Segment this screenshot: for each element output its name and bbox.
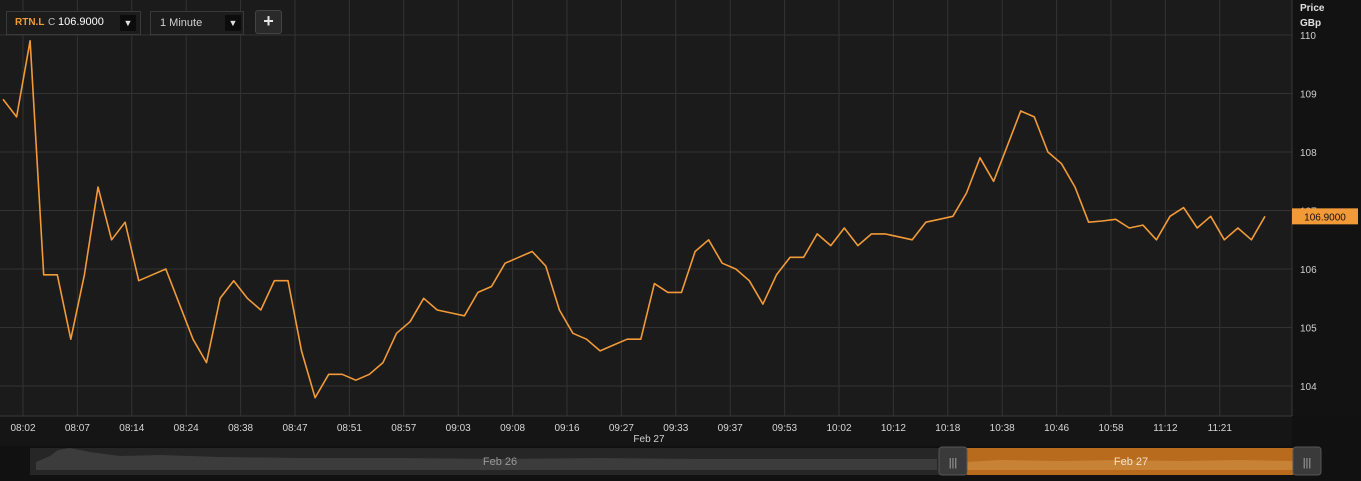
x-tick-label: 10:02 xyxy=(826,423,851,434)
x-tick-label: 09:53 xyxy=(772,423,797,434)
x-tick-label: 08:02 xyxy=(10,423,35,434)
x-tick-label: 08:57 xyxy=(391,423,416,434)
x-tick-label: 11:21 xyxy=(1208,423,1233,434)
chevron-down-icon[interactable]: ▼ xyxy=(120,15,136,31)
x-tick-label: 08:14 xyxy=(119,423,144,434)
add-series-button[interactable]: + xyxy=(255,10,282,34)
price-type-label: C xyxy=(48,17,56,28)
symbol-selector[interactable]: RTN.L C 106.9000 ▼ xyxy=(6,11,141,35)
current-price-label: 106.9000 xyxy=(1304,212,1346,223)
ticker-symbol: RTN.L xyxy=(15,17,45,28)
chevron-down-icon[interactable]: ▼ xyxy=(225,15,241,31)
current-price-marker: 106.9000 xyxy=(1292,208,1358,225)
x-tick-label: 10:46 xyxy=(1044,423,1069,434)
x-tick-label: 10:18 xyxy=(935,423,960,434)
y-tick-label: 105 xyxy=(1300,324,1317,335)
x-tick-label: 08:51 xyxy=(337,423,362,434)
x-tick-label: 08:38 xyxy=(228,423,253,434)
x-tick-label: 08:07 xyxy=(65,423,90,434)
x-tick-label: 09:33 xyxy=(663,423,688,434)
x-tick-label: 10:38 xyxy=(990,423,1015,434)
chart-widget: 10410510610710810911008:0208:0708:1408:2… xyxy=(0,0,1361,481)
x-tick-label: 09:08 xyxy=(500,423,525,434)
interval-value: 1 Minute xyxy=(160,17,203,29)
x-tick-label: 08:47 xyxy=(282,423,307,434)
y-tick-label: 108 xyxy=(1300,148,1317,159)
interval-selector[interactable]: 1 Minute ▼ xyxy=(150,11,244,35)
x-tick-label: 09:37 xyxy=(718,423,743,434)
last-price: 106.9000 xyxy=(58,16,104,28)
navigator-label-feb27: Feb 27 xyxy=(1114,456,1148,468)
x-tick-label: 09:27 xyxy=(609,423,634,434)
y-tick-label: 109 xyxy=(1300,90,1317,101)
y-axis-unit: GBp xyxy=(1300,18,1322,29)
grip-icon: ||| xyxy=(949,457,958,469)
navigator[interactable]: ||| ||| Feb 26 Feb 27 xyxy=(30,446,1322,476)
navigator-label-feb26: Feb 26 xyxy=(483,456,517,468)
x-tick-label: 10:58 xyxy=(1098,423,1123,434)
plot-background xyxy=(0,0,1292,416)
x-tick-label: 09:16 xyxy=(554,423,579,434)
y-tick-label: 110 xyxy=(1300,31,1316,42)
y-tick-label: 104 xyxy=(1300,382,1317,393)
x-axis-date-label: Feb 27 xyxy=(633,434,665,445)
grip-icon: ||| xyxy=(1303,457,1312,469)
y-axis-title: Price xyxy=(1300,3,1325,14)
x-tick-label: 11:12 xyxy=(1153,423,1178,434)
price-chart[interactable]: 10410510610710810911008:0208:0708:1408:2… xyxy=(0,0,1361,481)
x-tick-label: 09:03 xyxy=(446,423,471,434)
x-tick-label: 10:12 xyxy=(881,423,906,434)
y-tick-label: 106 xyxy=(1300,265,1317,276)
x-tick-label: 08:24 xyxy=(174,423,199,434)
